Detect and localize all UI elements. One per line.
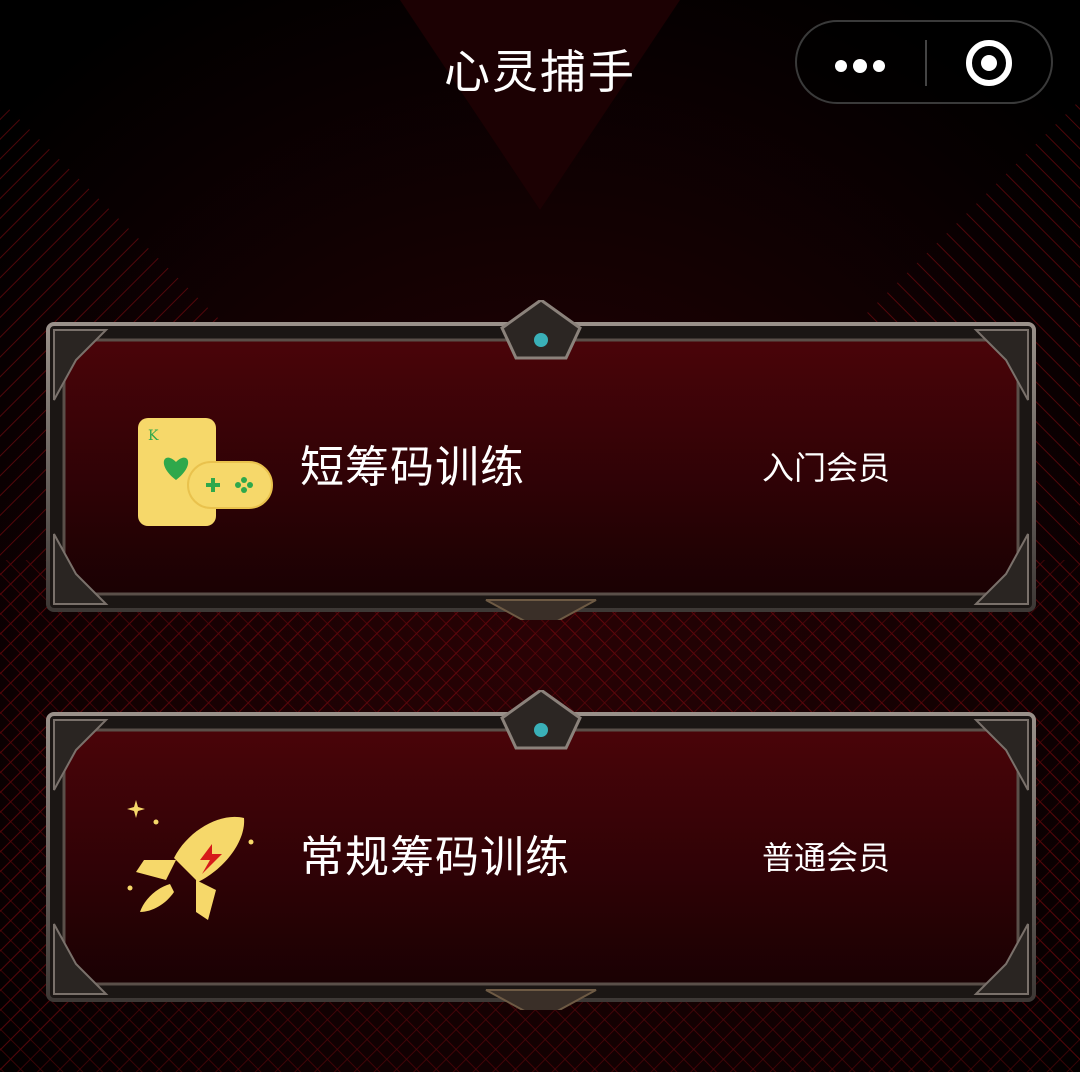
svg-text:K: K <box>148 428 159 444</box>
playing-card-gamepad-icon: K <box>138 418 273 526</box>
short-chip-training-card[interactable]: K 短筹码训练 入门会员 <box>46 300 1036 620</box>
regular-chip-training-card[interactable]: 常规筹码训练 普通会员 <box>46 690 1036 1010</box>
more-dots-icon <box>835 55 891 74</box>
close-button[interactable] <box>927 22 1053 102</box>
rocket-icon <box>127 800 254 920</box>
card-title: 短筹码训练 <box>300 442 525 493</box>
card-title: 常规筹码训练 <box>300 832 570 883</box>
mini-program-capsule <box>795 20 1053 104</box>
more-button[interactable] <box>797 22 925 102</box>
target-close-dot <box>981 55 997 71</box>
membership-level: 入门会员 <box>761 449 890 487</box>
membership-level: 普通会员 <box>761 839 890 877</box>
